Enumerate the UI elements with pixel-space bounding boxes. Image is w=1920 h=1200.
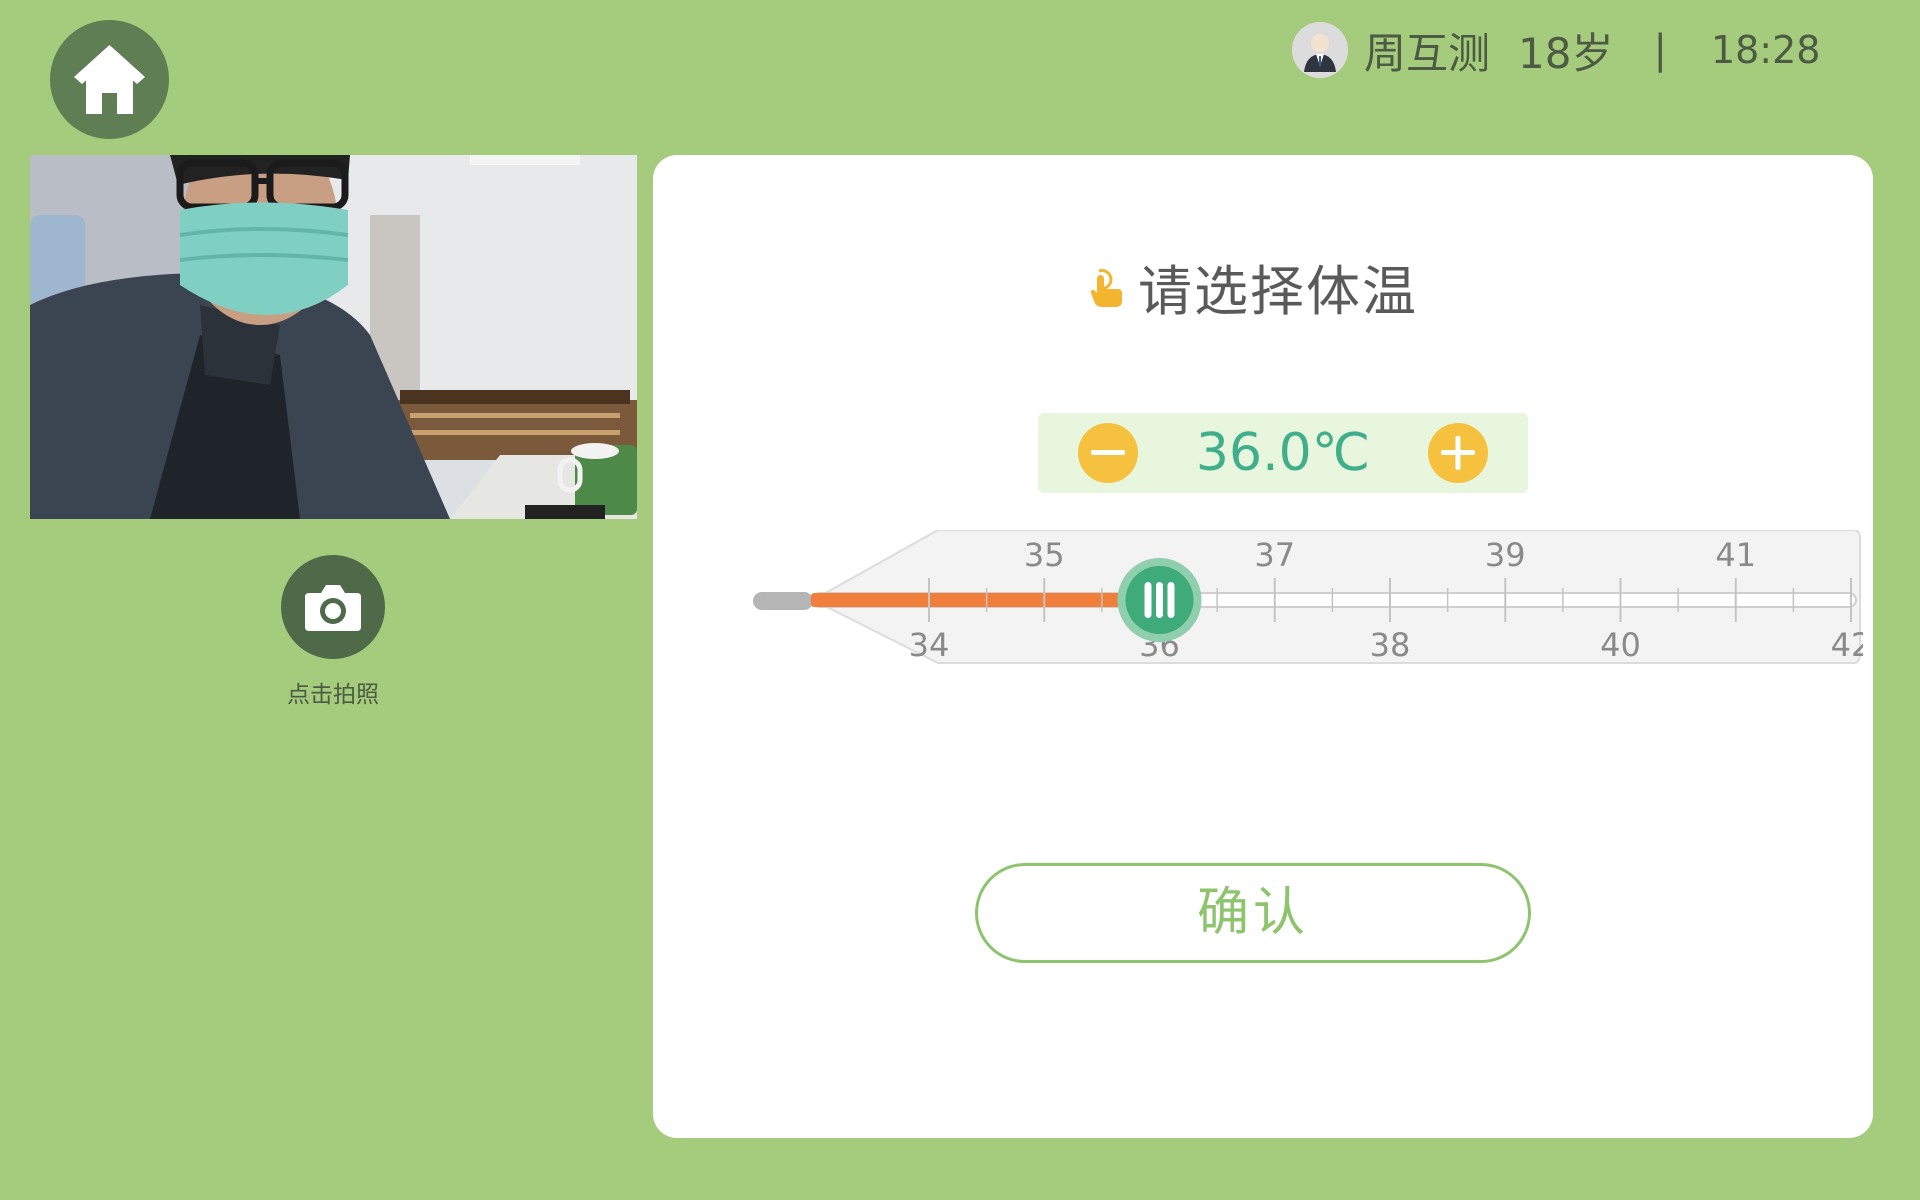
user-name: 周互测 <box>1364 28 1491 78</box>
slider-handle[interactable] <box>1117 558 1202 642</box>
prompt-title: 请选择体温 <box>1138 260 1418 323</box>
camera-preview <box>30 155 637 519</box>
decrease-button[interactable] <box>1078 423 1138 483</box>
user-avatar[interactable] <box>1292 22 1348 78</box>
scale-label: 42 <box>1831 626 1863 664</box>
plus-icon <box>1441 436 1475 470</box>
increase-button[interactable] <box>1428 423 1488 483</box>
tap-hand-icon <box>1090 268 1122 307</box>
user-info: 周互测 18岁 | 18:28 <box>1292 21 1820 79</box>
user-age: 18岁 <box>1518 28 1614 78</box>
prompt-row: 请选择体温 <box>643 247 1863 326</box>
scale-label: 34 <box>909 626 950 664</box>
camera-icon <box>305 585 361 631</box>
scale-label: 41 <box>1715 536 1756 574</box>
thermometer-slider[interactable]: 35 37 39 41 34 36 38 40 42 <box>753 530 1863 680</box>
header-separator: | <box>1653 27 1667 73</box>
take-photo-label: 点击拍照 <box>287 682 379 708</box>
scale-label: 39 <box>1485 536 1526 574</box>
temperature-panel: 请选择体温 36.0℃ 35 37 39 41 34 36 38 40 42 确… <box>653 155 1873 1138</box>
scale-label: 35 <box>1024 536 1065 574</box>
home-icon <box>74 45 145 114</box>
home-button[interactable] <box>50 20 169 139</box>
mercury-fill <box>811 593 1160 607</box>
minus-icon <box>1091 450 1125 455</box>
temperature-value: 36.0℃ <box>1195 423 1371 483</box>
confirm-button[interactable]: 确认 <box>975 863 1531 963</box>
take-photo-button[interactable] <box>281 555 385 659</box>
scale-label: 37 <box>1254 536 1295 574</box>
scale-label: 38 <box>1370 626 1411 664</box>
temperature-stepper: 36.0℃ <box>1038 413 1528 493</box>
clock: 18:28 <box>1710 28 1821 72</box>
scale-label: 40 <box>1600 626 1641 664</box>
